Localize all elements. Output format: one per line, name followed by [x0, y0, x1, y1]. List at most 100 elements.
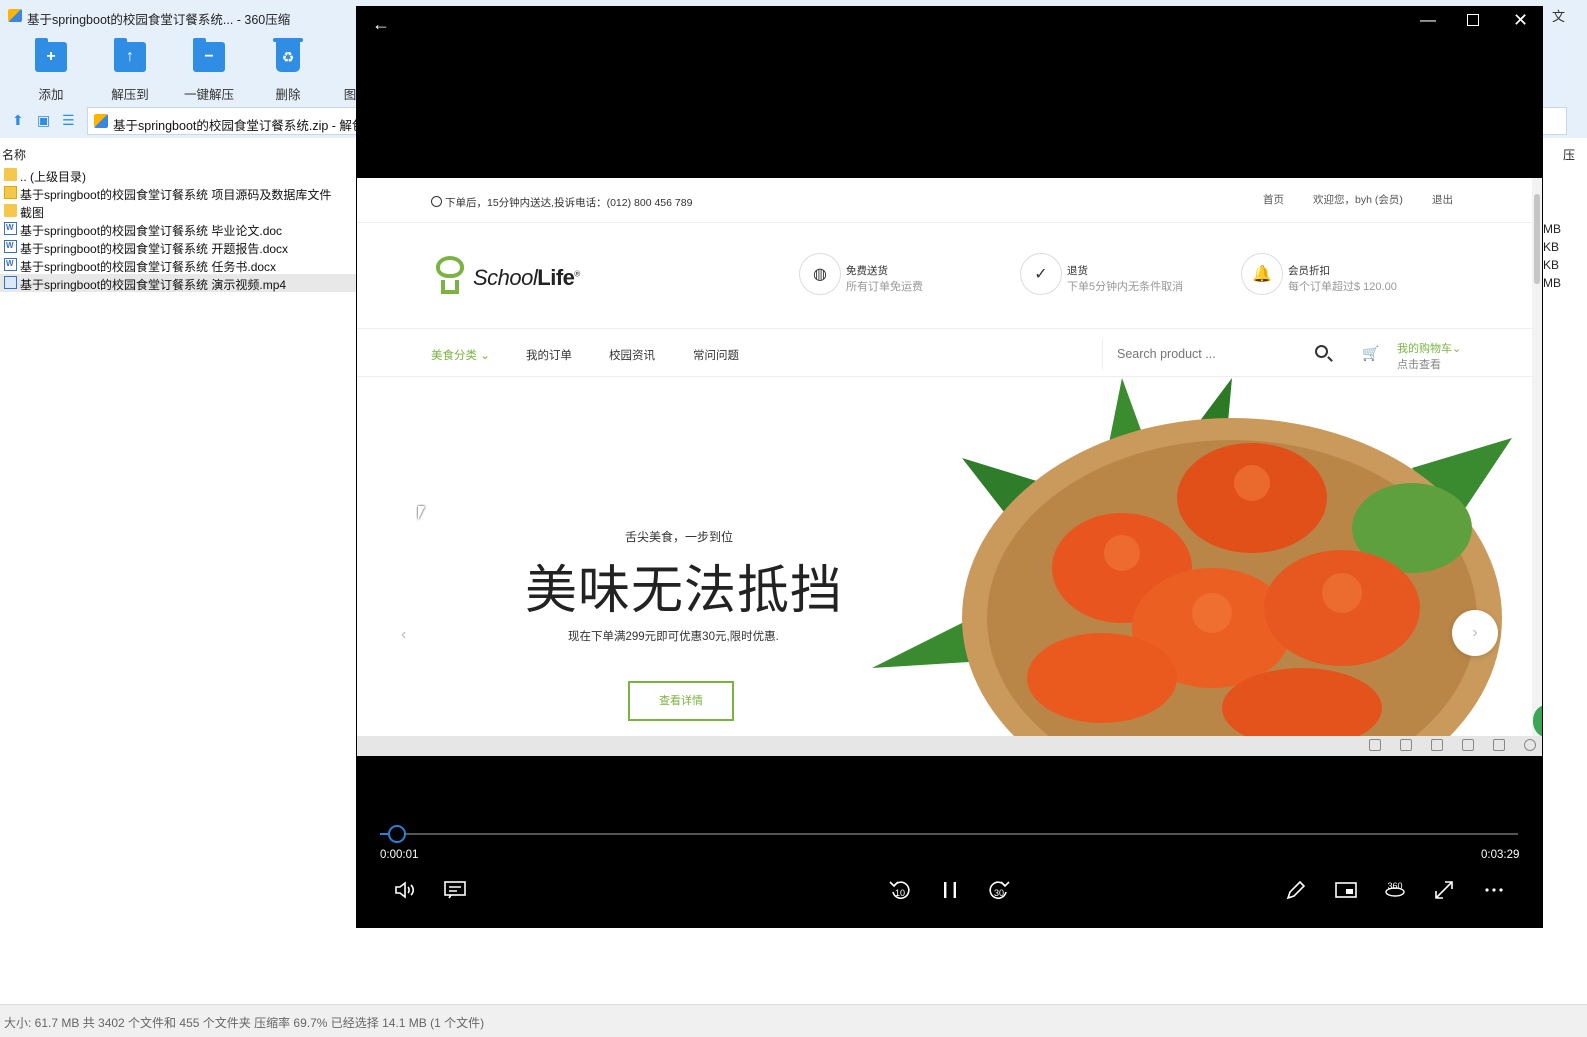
edit-button[interactable]: [1282, 876, 1310, 904]
file-size: KB: [1543, 258, 1560, 272]
word-doc-icon: [4, 258, 17, 271]
file-row-parent[interactable]: .. (上级目录): [0, 166, 360, 184]
up-arrow-icon[interactable]: ⬆: [12, 112, 24, 129]
subtitles-button[interactable]: [441, 876, 469, 904]
view-360-label: 360: [1387, 881, 1403, 891]
site-nav: 美食分类 ⌄ 我的订单 校园资讯 常问问题 🛒 我的购物车⌄ 点击查看: [357, 329, 1532, 377]
chevron-left-icon: ‹: [401, 626, 407, 643]
rewind-seconds: 10: [894, 888, 905, 898]
file-row-source[interactable]: 基于springboot的校园食堂订餐系统 项目源码及数据库文件: [0, 184, 360, 202]
file-row-video[interactable]: 基于springboot的校园食堂订餐系统 演示视频.mp4: [0, 274, 360, 292]
view-list-icon[interactable]: ☰: [62, 112, 75, 129]
volume-button[interactable]: [391, 876, 419, 904]
column-name-header[interactable]: 名称: [2, 146, 26, 163]
rewind-10-button[interactable]: 10: [886, 876, 914, 904]
column-ratio-header[interactable]: 压: [1563, 146, 1575, 163]
file-row-thesis[interactable]: 基于springboot的校园食堂订餐系统 毕业论文.doc: [0, 220, 360, 238]
trash-icon: ♻: [273, 38, 303, 72]
pause-button[interactable]: [936, 876, 964, 904]
cart-subtitle: 点击查看: [1397, 359, 1441, 371]
extract-to-button[interactable]: ↑ 解压到: [98, 38, 162, 102]
delete-button[interactable]: ♻ 删除: [256, 38, 320, 102]
video-frame: 下单后，15分钟内送达,投诉电话：(012) 800 456 789 首页 欢迎…: [357, 178, 1542, 756]
site-top-bar: 下单后，15分钟内送达,投诉电话：(012) 800 456 789 首页 欢迎…: [357, 178, 1532, 223]
one-click-extract-button[interactable]: − 一键解压: [177, 38, 241, 102]
pause-icon: [944, 882, 956, 898]
forward-30-button[interactable]: 30: [985, 876, 1013, 904]
file-size: MB: [1543, 222, 1561, 236]
file-list: .. (上级目录) 基于springboot的校园食堂订餐系统 项目源码及数据库…: [0, 166, 360, 292]
crab-dish-image: [872, 378, 1512, 736]
maximize-icon[interactable]: [1467, 14, 1479, 26]
more-icon: [1485, 888, 1503, 892]
subtitles-icon: [444, 881, 466, 899]
archive-edge-glyph: 文: [1552, 9, 1566, 24]
picture-in-picture-icon: [1335, 882, 1357, 898]
video-file-icon: [4, 276, 17, 289]
back-arrow-icon[interactable]: ←: [372, 14, 390, 35]
word-doc-icon: [4, 240, 17, 253]
hero-headline: 美味无法抵挡: [525, 562, 844, 620]
frame-scrollbar: [1532, 178, 1542, 736]
archive-status-bar: 大小: 61.7 MB 共 3402 个文件和 455 个文件夹 压缩率 69.…: [0, 1004, 1587, 1037]
archive-app-icon: [8, 9, 22, 22]
hero-cta-button: 查看详情: [628, 681, 734, 721]
view-thumbnails-icon[interactable]: ▣: [37, 112, 50, 129]
file-row-proposal[interactable]: 基于springboot的校园食堂订餐系统 开题报告.docx: [0, 238, 360, 256]
site-search-input: [1117, 343, 1297, 365]
close-icon[interactable]: ✕: [1513, 10, 1528, 31]
fullscreen-button[interactable]: [1430, 876, 1458, 904]
bell-icon: 🔔: [1241, 253, 1283, 295]
package-icon: [4, 186, 17, 199]
frame-bottom-toolbar: [357, 736, 1542, 756]
file-size: KB: [1543, 240, 1560, 254]
logo-text-life: Life: [537, 265, 575, 290]
more-options-button[interactable]: [1480, 876, 1508, 904]
fullscreen-icon: [1435, 881, 1453, 899]
file-row-screenshots[interactable]: 截图: [0, 202, 360, 220]
mini-view-button[interactable]: [1332, 876, 1360, 904]
seek-handle[interactable]: [388, 825, 406, 843]
total-time: 0:03:29: [1481, 849, 1520, 861]
file-size: MB: [1543, 276, 1561, 290]
nav-faq: 常问问题: [693, 350, 739, 362]
video-player-window: ← — ✕ 下单后，15分钟内送达,投诉电话：(012) 800 456 789…: [356, 6, 1543, 928]
minimize-icon[interactable]: —: [1420, 12, 1436, 30]
seek-track[interactable]: [380, 833, 1518, 835]
status-text: 大小: 61.7 MB 共 3402 个文件和 455 个文件夹 压缩率 69.…: [4, 1016, 485, 1030]
add-button[interactable]: + 添加: [19, 38, 83, 102]
site-search: [1102, 339, 1337, 369]
check-icon: ✓: [1020, 253, 1062, 295]
hero-eyebrow: 舌尖美食，一步到位: [625, 530, 734, 544]
clock-icon: [431, 196, 442, 207]
add-folder-icon: +: [35, 38, 67, 72]
top-link-logout: 退出: [1432, 194, 1453, 206]
folder-icon: [4, 168, 17, 181]
nav-campus-news: 校园资讯: [609, 350, 655, 362]
volume-icon: [395, 881, 415, 899]
extract-folder-icon: ↑: [114, 38, 146, 72]
view-360-button[interactable]: 360: [1381, 876, 1409, 904]
top-link-home: 首页: [1263, 194, 1284, 206]
volume-small-icon: [1462, 739, 1474, 751]
cart-title: 我的购物车⌄: [1397, 343, 1462, 355]
zoom-icon: [1524, 739, 1536, 751]
search-icon: [1315, 345, 1328, 358]
one-click-folder-icon: −: [193, 38, 225, 72]
delivery-notice: 下单后，15分钟内送达,投诉电话：(012) 800 456 789: [431, 195, 692, 210]
logo-text-school: School: [473, 265, 538, 290]
mouse-cursor-icon: [418, 506, 432, 520]
nav-my-orders: 我的订单: [526, 350, 572, 362]
file-row-task[interactable]: 基于springboot的校园食堂订餐系统 任务书.docx: [0, 256, 360, 274]
file-size-column: MB KB KB MB: [1543, 220, 1587, 292]
chevron-right-icon: ›: [1452, 610, 1498, 656]
current-time: 0:00:01: [380, 849, 419, 861]
top-link-welcome: 欢迎您，byh (会员): [1313, 194, 1403, 206]
delete-icon: [1431, 739, 1443, 751]
chef-logo-icon: [431, 256, 469, 300]
copy-icon: [1493, 739, 1505, 751]
refresh-icon: [1400, 739, 1412, 751]
archive-window-title: 基于springboot的校园食堂订餐系统... - 360压缩: [27, 13, 291, 27]
pencil-icon: [1286, 880, 1306, 900]
folder-icon: [4, 204, 17, 217]
